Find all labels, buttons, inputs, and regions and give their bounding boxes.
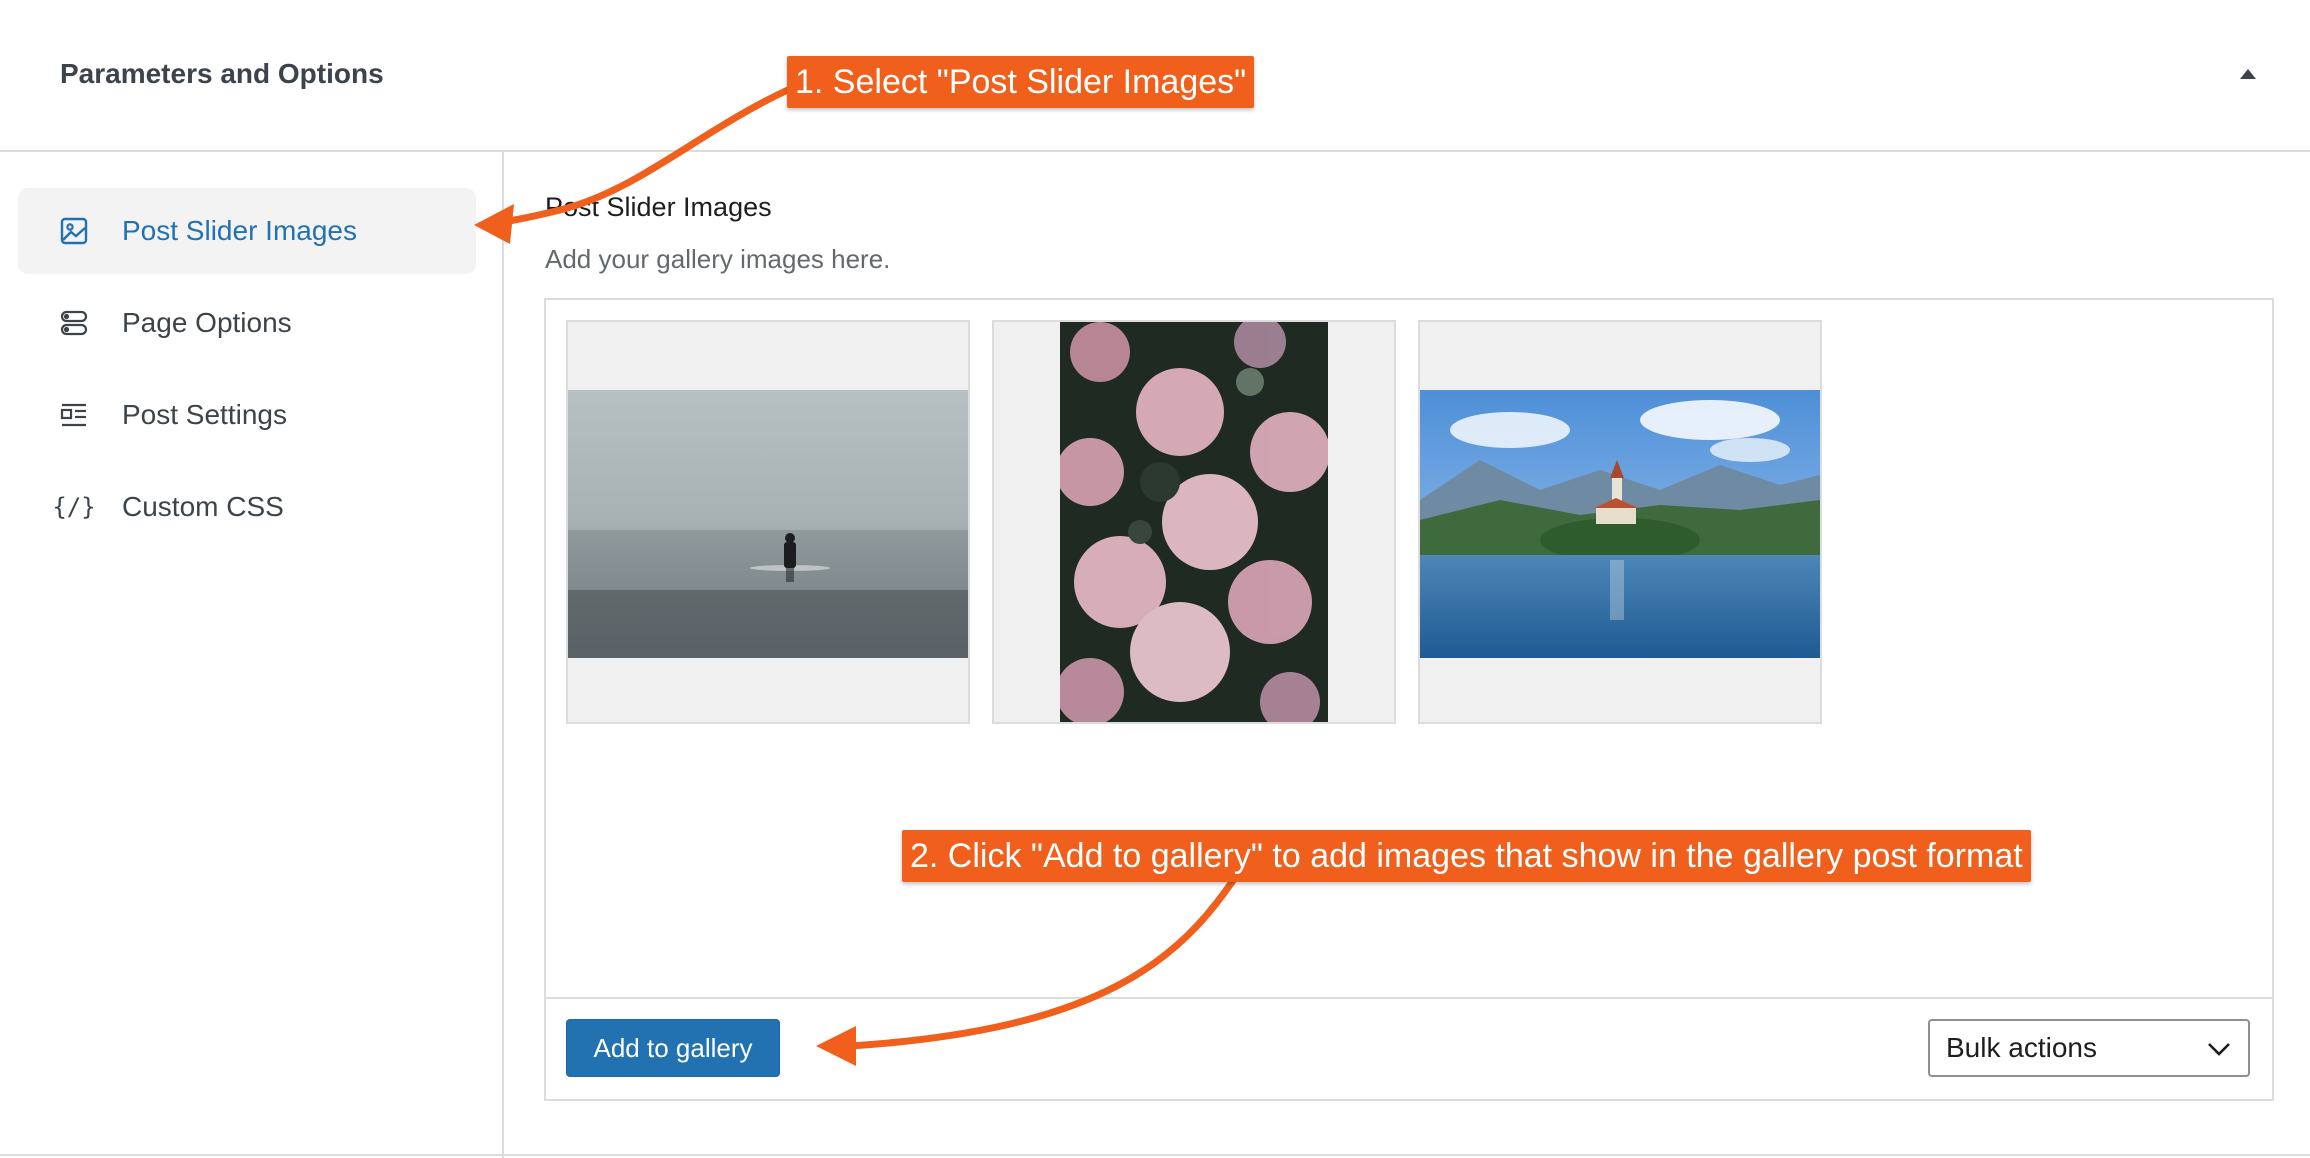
gallery-thumb-lake-island[interactable] xyxy=(1418,320,1822,724)
add-to-gallery-button[interactable]: Add to gallery xyxy=(566,1019,780,1077)
chevron-down-icon xyxy=(2208,1043,2230,1056)
sidebar-item-label: Post Slider Images xyxy=(122,215,357,246)
gallery-container: Add to gallery Bulk actions xyxy=(544,298,2274,1101)
sidebar-item-label: Post Settings xyxy=(122,399,287,430)
gallery-thumb-person-in-sea[interactable] xyxy=(566,320,970,724)
gallery-thumb-pink-flowers[interactable] xyxy=(992,320,1396,724)
lake-island-church-image xyxy=(1420,390,1820,658)
sidebar-item-custom-css[interactable]: {/} Custom CSS xyxy=(18,464,476,550)
panel-bottom-border xyxy=(0,1154,2310,1156)
field-label: Post Slider Images xyxy=(545,192,772,222)
sidebar-item-post-settings[interactable]: Post Settings xyxy=(18,372,476,458)
sidebar-item-label: Custom CSS xyxy=(122,491,284,522)
code-braces-icon: {/} xyxy=(52,493,96,521)
pink-flowers-image xyxy=(1060,322,1328,722)
annotation-step-1: 1. Select "Post Slider Images" xyxy=(787,56,1255,108)
sidebar-item-page-options[interactable]: Page Options xyxy=(18,280,476,366)
person-in-sea-image xyxy=(568,390,968,658)
bulk-actions-value: Bulk actions xyxy=(1946,1032,2097,1063)
panel-title: Parameters and Options xyxy=(60,58,384,89)
collapse-triangle-icon[interactable] xyxy=(2236,63,2260,83)
image-icon xyxy=(58,215,90,247)
annotation-step-2: 2. Click "Add to gallery" to add images … xyxy=(902,830,2031,882)
bulk-actions-select[interactable]: Bulk actions xyxy=(1928,1019,2250,1077)
gallery-footer: Add to gallery Bulk actions xyxy=(546,997,2272,1099)
sidebar-item-label: Page Options xyxy=(122,307,292,338)
options-sidebar: Post Slider Images Page Options Post Set… xyxy=(0,152,504,1158)
post-settings-icon xyxy=(58,399,90,431)
sidebar-item-post-slider-images[interactable]: Post Slider Images xyxy=(18,188,476,274)
field-description: Add your gallery images here. xyxy=(545,244,891,274)
toggle-options-icon xyxy=(58,307,90,339)
